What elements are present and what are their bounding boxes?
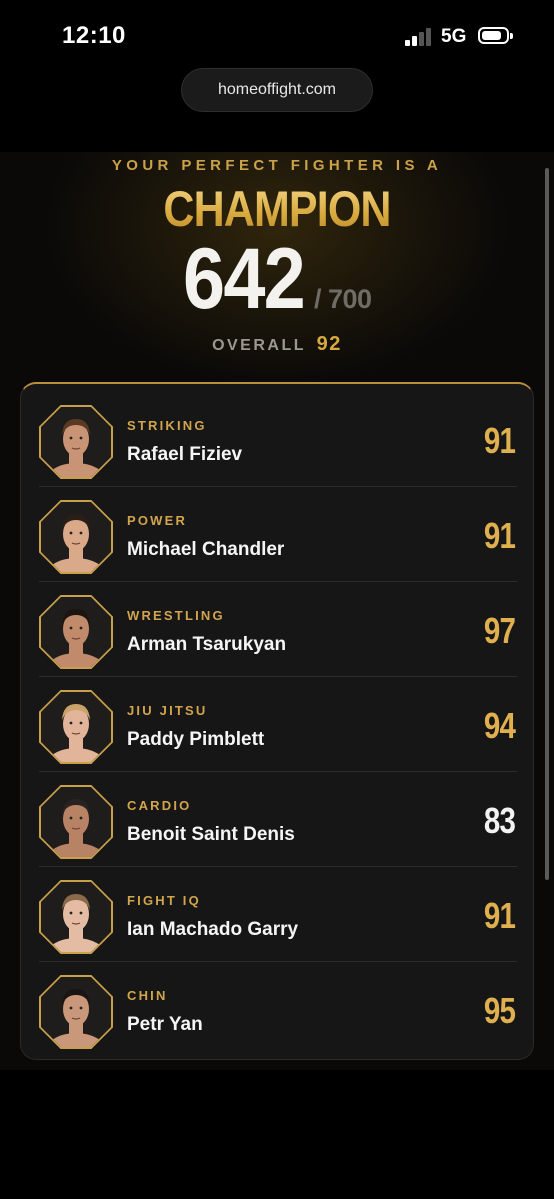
fighter-row[interactable]: POWER Michael Chandler 91: [39, 487, 517, 582]
score-display: 642 / 700: [0, 234, 554, 324]
fighter-row[interactable]: STRIKING Rafael Fiziev 91: [39, 392, 517, 487]
fighter-row[interactable]: WRESTLING Arman Tsarukyan 97: [39, 582, 517, 677]
fighter-category: STRIKING: [127, 418, 207, 433]
status-bar: 12:10 5G: [0, 0, 554, 72]
fighter-name: Arman Tsarukyan: [127, 634, 287, 655]
fighter-name: Ian Machado Garry: [127, 919, 299, 940]
fighter-category: POWER: [127, 513, 188, 528]
fighter-category: WRESTLING: [127, 608, 225, 623]
fighter-list-card: STRIKING Rafael Fiziev 91 POWER Michael Chan…: [20, 382, 534, 1060]
fighter-rating: 94: [483, 705, 516, 746]
fighter-name: Benoit Saint Denis: [127, 824, 295, 845]
fighter-portrait-icon: [39, 405, 113, 479]
fighter-portrait-icon: [39, 595, 113, 669]
fighter-portrait-icon: [39, 690, 113, 764]
fighter-name: Rafael Fiziev: [127, 444, 243, 465]
fighter-rating: 97: [483, 610, 516, 651]
signal-icon: [405, 28, 435, 46]
rank-title: CHAMPION: [39, 180, 515, 238]
fighter-rating: 91: [483, 420, 516, 461]
fighter-portrait-icon: [39, 785, 113, 859]
fighter-row[interactable]: CARDIO Benoit Saint Denis 83: [39, 772, 517, 867]
fighter-name: Michael Chandler: [127, 539, 285, 560]
overall-value: 92: [316, 333, 342, 355]
score-max: / 700: [314, 284, 372, 314]
battery-icon: [478, 27, 513, 44]
url-bar[interactable]: homeoffight.com: [181, 68, 373, 112]
fighter-category: CARDIO: [127, 798, 192, 813]
total-score: 642: [183, 231, 306, 327]
fighter-portrait-icon: [39, 880, 113, 954]
fighter-category: JIU JITSU: [127, 703, 208, 718]
overall-label: OVERALL: [212, 337, 306, 354]
result-subtitle: YOUR PERFECT FIGHTER IS A: [111, 157, 443, 174]
status-time: 12:10: [62, 22, 126, 49]
fighter-row[interactable]: CHIN Petr Yan 95: [39, 962, 517, 1057]
fighter-rating: 95: [483, 990, 516, 1031]
fighter-rating: 91: [483, 895, 516, 936]
overall-rating: OVERALL 92: [0, 333, 554, 356]
fighter-rating: 91: [483, 515, 516, 556]
fighter-portrait-icon: [39, 975, 113, 1049]
fighter-row[interactable]: JIU JITSU Paddy Pimblett 94: [39, 677, 517, 772]
fighter-category: FIGHT IQ: [127, 893, 201, 908]
fighter-name: Petr Yan: [127, 1014, 203, 1035]
fighter-row[interactable]: FIGHT IQ Ian Machado Garry 91: [39, 867, 517, 962]
fighter-name: Paddy Pimblett: [127, 729, 265, 750]
network-type: 5G: [441, 26, 467, 47]
fighter-rating: 83: [483, 800, 516, 841]
fighter-category: CHIN: [127, 988, 168, 1003]
fighter-portrait-icon: [39, 500, 113, 574]
